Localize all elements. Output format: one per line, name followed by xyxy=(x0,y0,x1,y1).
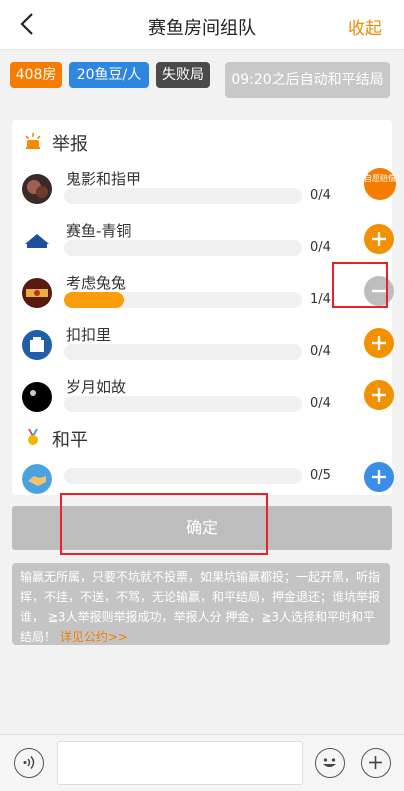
avatar xyxy=(22,278,52,308)
room-info-tags: 408房 20鱼豆/人 失败局 09:20之后自动和平结局 xyxy=(10,62,394,98)
vote-count: 0/4 xyxy=(310,240,331,255)
plus-icon xyxy=(372,232,386,246)
voice-button[interactable] xyxy=(14,748,44,778)
player-row: 扣扣里 0/4 xyxy=(22,324,394,372)
vote-count: 0/4 xyxy=(310,188,331,203)
vote-progress-bar xyxy=(64,292,302,308)
plus-icon xyxy=(372,388,386,402)
report-section-title: 举报 xyxy=(52,134,88,155)
vote-progress-bar xyxy=(64,344,302,360)
vote-progress-bar xyxy=(64,240,302,256)
avatar xyxy=(22,382,52,412)
plus-icon xyxy=(369,756,382,769)
chat-input-bar xyxy=(0,734,404,791)
page-title: 赛鱼房间组队 xyxy=(148,18,256,39)
player-name: 考虑兔兔 xyxy=(66,274,127,292)
more-button[interactable] xyxy=(361,748,391,778)
emoji-icon xyxy=(323,758,336,767)
rules-link[interactable]: 详见公约>> xyxy=(60,630,128,644)
player-name: 赛鱼-青铜 xyxy=(66,222,132,240)
medal-icon xyxy=(28,429,38,445)
vote-progress-fill xyxy=(64,292,124,308)
peace-plus-button[interactable] xyxy=(364,462,394,492)
player-name: 鬼影和指甲 xyxy=(66,170,142,188)
avatar xyxy=(22,174,52,204)
emoji-button[interactable] xyxy=(315,748,345,778)
vote-progress-bar xyxy=(64,396,302,412)
player-row: 鬼影和指甲 0/4 自愿赔偿 xyxy=(22,168,396,216)
player-row: 考虑兔兔 1/4 xyxy=(22,272,394,320)
mode-tag: 失败局 xyxy=(156,62,210,88)
vote-count: 0/4 xyxy=(310,396,331,411)
peace-progress-bar xyxy=(64,468,302,484)
plus-icon xyxy=(372,470,386,484)
report-plus-button[interactable] xyxy=(364,380,394,410)
report-plus-button[interactable] xyxy=(364,224,394,254)
peace-count: 0/5 xyxy=(310,468,331,483)
highlight-box xyxy=(332,262,388,308)
message-input[interactable] xyxy=(57,741,303,785)
room-number-tag: 408房 xyxy=(10,62,62,88)
player-row: 岁月如故 0/4 xyxy=(22,376,394,424)
voice-icon xyxy=(23,756,35,769)
rules-notice: 输赢无所属，只要不坑就不投票，如果坑输赢都投；一起开黑，听指挥，不挂，不送，不骂… xyxy=(12,563,390,645)
highlight-box xyxy=(60,493,268,555)
player-name: 扣扣里 xyxy=(66,326,112,344)
alarm-icon xyxy=(25,133,41,149)
vote-progress-bar xyxy=(64,188,302,204)
player-row: 赛鱼-青铜 0/4 xyxy=(22,220,394,268)
price-tag: 20鱼豆/人 xyxy=(69,62,149,88)
peace-section-title: 和平 xyxy=(52,430,88,451)
plus-icon xyxy=(372,336,386,350)
auto-peace-tag: 09:20之后自动和平结局 xyxy=(225,62,390,98)
handshake-icon xyxy=(22,464,52,494)
top-bar: 赛鱼房间组队 收起 xyxy=(0,0,404,50)
voluntary-compensation-badge: 自愿赔偿 xyxy=(364,168,396,200)
report-plus-button[interactable] xyxy=(364,328,394,358)
vote-count: 0/4 xyxy=(310,344,331,359)
vote-count: 1/4 xyxy=(310,292,331,307)
player-name: 岁月如故 xyxy=(66,378,127,396)
collapse-button[interactable]: 收起 xyxy=(348,14,382,39)
avatar xyxy=(22,226,52,256)
avatar xyxy=(22,330,52,360)
